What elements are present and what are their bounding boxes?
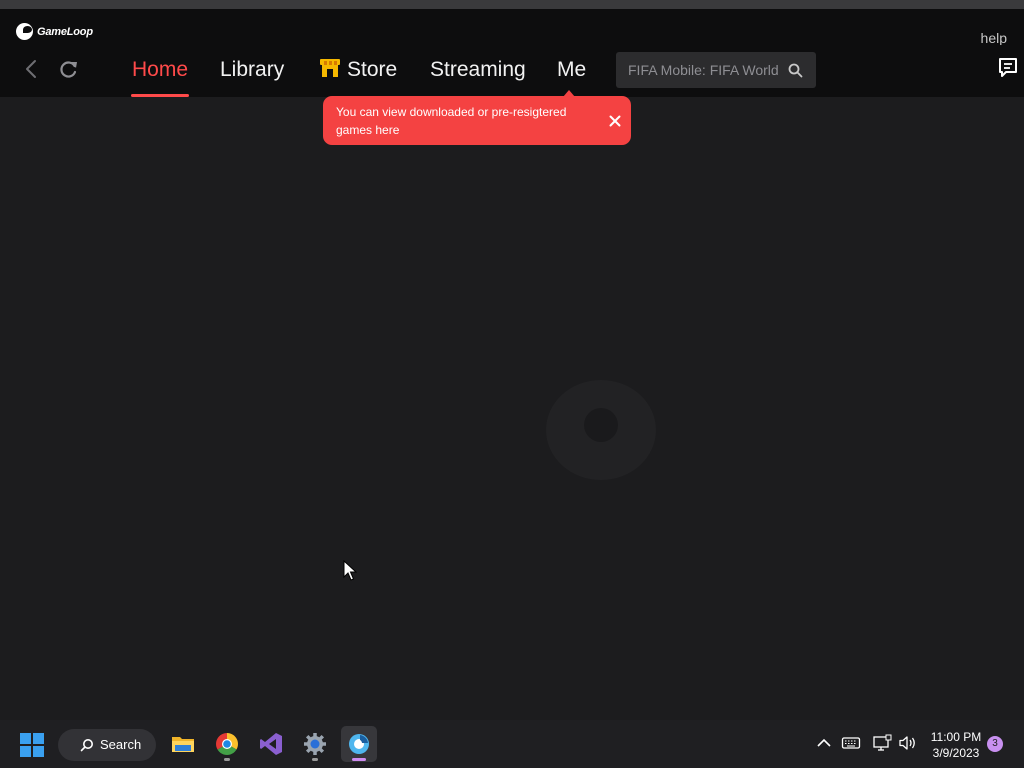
clock-date: 3/9/2023 xyxy=(932,746,980,760)
search-icon xyxy=(80,739,93,752)
clock-time: 11:00 PM xyxy=(930,730,982,744)
store-icon xyxy=(320,59,340,77)
volume-icon[interactable] xyxy=(898,734,918,752)
tab-me[interactable]: Me xyxy=(557,58,586,82)
taskbar: Search 11:00 PM 3/9/2023 3 xyxy=(0,720,1024,768)
window-top-strip xyxy=(0,0,1024,9)
tab-store-label: Store xyxy=(347,58,398,81)
tab-library[interactable]: Library xyxy=(220,58,284,82)
gameloop-logo-icon xyxy=(16,23,33,40)
system-clock[interactable]: 11:00 PM 3/9/2023 xyxy=(926,729,986,761)
keyboard-icon[interactable] xyxy=(841,734,861,752)
search-input[interactable] xyxy=(628,60,778,80)
chevron-up-icon[interactable] xyxy=(814,734,834,752)
tooltip-text: You can view downloaded or pre-resigtere… xyxy=(336,105,567,137)
main-nav: Home Library Store Streaming Me xyxy=(0,45,1024,97)
network-icon[interactable] xyxy=(872,734,892,752)
refresh-icon[interactable] xyxy=(57,58,79,80)
logo-text: GameLoop xyxy=(37,25,93,38)
running-indicator xyxy=(312,758,318,761)
tab-streaming[interactable]: Streaming xyxy=(430,58,526,82)
active-tab-indicator xyxy=(131,94,189,97)
loading-spinner xyxy=(546,380,656,480)
running-indicator xyxy=(224,758,230,761)
help-link[interactable]: help xyxy=(981,30,1007,46)
game-search-box[interactable] xyxy=(616,52,816,88)
notification-badge[interactable]: 3 xyxy=(987,736,1003,752)
search-icon[interactable] xyxy=(788,63,803,78)
close-icon[interactable] xyxy=(609,115,621,127)
tab-store[interactable]: Store xyxy=(319,58,397,82)
gameloop-taskbar-icon[interactable] xyxy=(341,726,377,762)
message-icon[interactable] xyxy=(998,57,1018,79)
chrome-icon[interactable] xyxy=(209,726,245,762)
gameloop-logo[interactable]: GameLoop xyxy=(16,23,93,40)
back-icon[interactable] xyxy=(22,58,42,80)
visual-studio-icon[interactable] xyxy=(253,726,289,762)
tab-home[interactable]: Home xyxy=(132,58,188,82)
active-app-indicator xyxy=(352,758,366,761)
taskbar-search-label: Search xyxy=(100,737,142,752)
taskbar-search[interactable]: Search xyxy=(58,729,156,761)
title-bar: GameLoop help xyxy=(0,9,1024,46)
windows-start-icon[interactable] xyxy=(20,733,44,757)
mouse-cursor-icon xyxy=(343,560,357,581)
settings-icon[interactable] xyxy=(297,726,333,762)
file-explorer-icon[interactable] xyxy=(165,726,201,762)
library-tip-popup: You can view downloaded or pre-resigtere… xyxy=(323,90,631,145)
